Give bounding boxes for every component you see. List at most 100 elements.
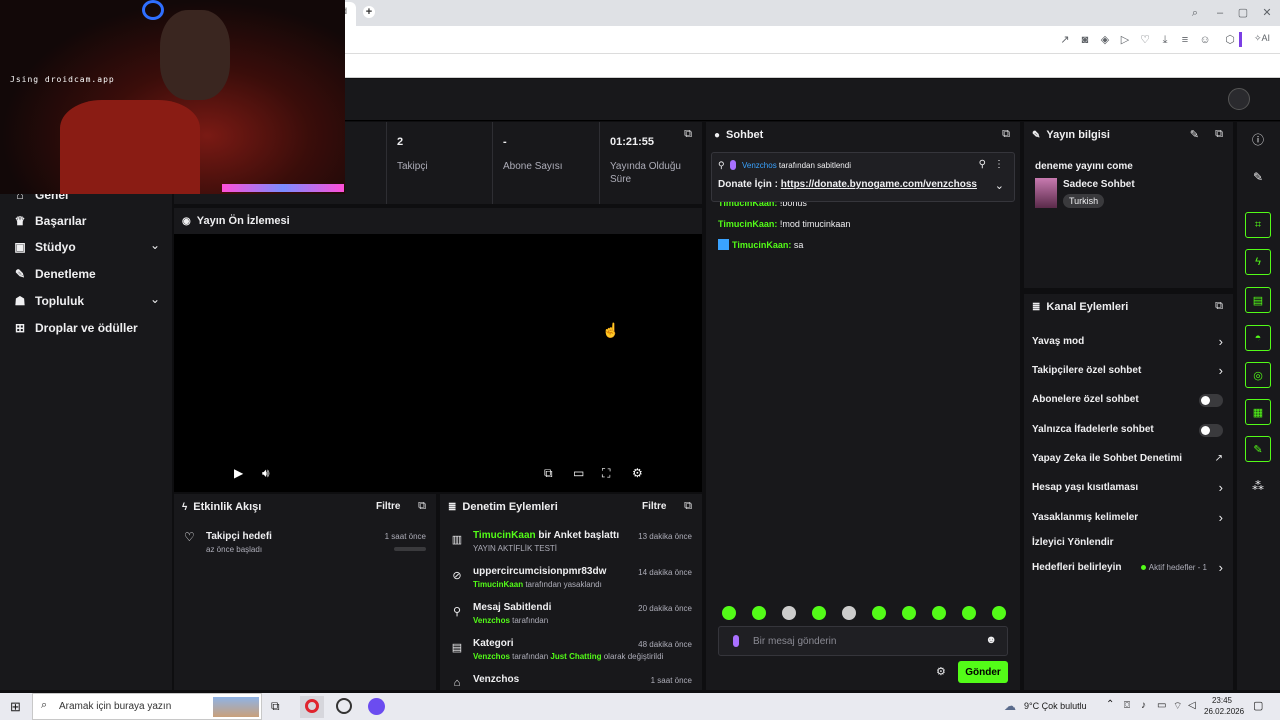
- edit-pencil-icon[interactable]: ✎: [1190, 128, 1199, 141]
- send-button[interactable]: Gönder: [958, 661, 1008, 683]
- sidebar-item-droplar[interactable]: ⊞ Droplar ve ödüller: [12, 319, 138, 337]
- stat-value: 01:21:55: [610, 136, 655, 148]
- popout-icon[interactable]: ⧉: [1002, 128, 1010, 141]
- emote-icon[interactable]: [782, 606, 796, 620]
- sidebar-item-denetleme[interactable]: ✎ Denetleme: [12, 265, 96, 283]
- menu-lines-icon[interactable]: ≡: [1178, 33, 1192, 47]
- mod-category[interactable]: Just Chatting: [550, 652, 601, 661]
- chat-username[interactable]: TimucinKaan:: [718, 219, 777, 229]
- chevron-down-icon[interactable]: ⌄: [150, 238, 160, 252]
- volume-icon[interactable]: 🔊︎: [262, 466, 270, 481]
- broadcast-icon[interactable]: ◎: [1245, 362, 1271, 388]
- emote-icon[interactable]: [962, 606, 976, 620]
- emote-icon[interactable]: [722, 606, 736, 620]
- lightning-icon[interactable]: ϟ: [1245, 249, 1271, 275]
- account-age-row[interactable]: Hesap yaşı kısıtlaması ›: [1032, 480, 1223, 498]
- filter-button[interactable]: Filtre: [642, 501, 666, 512]
- volume-icon[interactable]: ◁: [1188, 700, 1196, 711]
- close-window-icon[interactable]: ✕: [1260, 6, 1274, 20]
- layout-icon[interactable]: ▦: [1245, 399, 1271, 425]
- sidebar-item-basarilar[interactable]: ♛ Başarılar: [12, 212, 87, 230]
- pip-icon[interactable]: ⧉: [544, 466, 553, 481]
- settings-gear-icon[interactable]: ⚙: [632, 466, 643, 480]
- emote-icon[interactable]: [752, 606, 766, 620]
- taskbar-search[interactable]: ⌕ Aramak için buraya yazın: [32, 693, 262, 720]
- emote-icon[interactable]: [992, 606, 1006, 620]
- minimize-icon[interactable]: –: [1213, 6, 1227, 20]
- chevron-down-icon[interactable]: ⌄: [150, 292, 160, 306]
- share-icon[interactable]: ↗: [1058, 33, 1072, 47]
- shield-icon[interactable]: ◈: [1098, 33, 1112, 47]
- discord-app-icon[interactable]: [368, 698, 385, 715]
- stream-preview-video[interactable]: ☝ ▶ 🔊︎ ⧉ ▭ ⛶ ⚙: [174, 234, 702, 492]
- chat-input[interactable]: Bir mesaj gönderin ☻: [718, 626, 1008, 656]
- info-icon[interactable]: ⓘ: [1245, 126, 1271, 152]
- ai-button[interactable]: ✧AI: [1254, 33, 1270, 44]
- unpin-icon[interactable]: ⚲: [979, 159, 986, 170]
- raid-row[interactable]: İzleyici Yönlendir: [1032, 537, 1223, 553]
- maximize-icon[interactable]: ▢: [1236, 6, 1250, 20]
- stream-category[interactable]: Sadece Sohbet: [1063, 179, 1135, 190]
- emote-icon[interactable]: [872, 606, 886, 620]
- chevron-down-icon[interactable]: ⌄: [995, 179, 1004, 192]
- battery-icon[interactable]: ▭: [1157, 700, 1166, 711]
- filter-button[interactable]: Filtre: [376, 501, 400, 512]
- followers-only-row[interactable]: Takipçilere özel sohbet ›: [1032, 363, 1223, 381]
- chat-username[interactable]: TimucinKaan:: [732, 240, 791, 250]
- notification-icon[interactable]: ▢: [1253, 699, 1263, 712]
- profile-icon[interactable]: ☺: [1198, 33, 1212, 47]
- channel-logo[interactable]: [1228, 88, 1250, 110]
- mod-sub-user[interactable]: Venzchos: [473, 616, 510, 625]
- network-icon[interactable]: ⌔: [1173, 700, 1182, 713]
- mic-tray-icon[interactable]: ♪: [1141, 700, 1146, 711]
- theater-icon[interactable]: ▭: [573, 466, 584, 480]
- pinned-link[interactable]: https://donate.bynogame.com/venzchoss: [781, 179, 977, 190]
- popout-icon[interactable]: ⧉: [418, 500, 426, 513]
- popout-icon[interactable]: ⧉: [1215, 128, 1223, 141]
- mod-sub-user[interactable]: Venzchos: [473, 652, 510, 661]
- emote-icon[interactable]: [902, 606, 916, 620]
- pinned-by-user[interactable]: Venzchos: [742, 161, 777, 170]
- clip-icon[interactable]: ⌗: [1245, 212, 1271, 238]
- goals-row[interactable]: Hedefleri belirleyin Aktif hedefler - 1 …: [1032, 560, 1223, 578]
- popout-icon[interactable]: ⧉: [1215, 300, 1223, 313]
- ai-moderation-row[interactable]: Yapay Zeka ile Sohbet Denetimi ↗: [1032, 453, 1223, 469]
- camera-icon[interactable]: ◙: [1078, 33, 1092, 47]
- wrench-icon[interactable]: ✎: [1245, 436, 1271, 462]
- more-vertical-icon[interactable]: ⋮: [994, 159, 1004, 170]
- clock[interactable]: 23:45 26.02.2026: [1204, 695, 1244, 717]
- emote-icon[interactable]: [932, 606, 946, 620]
- heart-icon[interactable]: ♡: [1138, 33, 1152, 47]
- document-icon[interactable]: ▤: [1245, 287, 1271, 313]
- widgets-icon[interactable]: ⁂: [1245, 473, 1271, 499]
- play-icon[interactable]: ▷: [1118, 33, 1132, 47]
- chat-settings-icon[interactable]: ⚙: [936, 665, 946, 678]
- extension-icon[interactable]: ⬡: [1223, 33, 1237, 47]
- edit-pencil-icon[interactable]: ✎: [1245, 164, 1271, 190]
- emote-only-toggle[interactable]: [1199, 424, 1223, 437]
- weather-text[interactable]: 9°C Çok bulutlu: [1024, 701, 1087, 711]
- task-view-icon[interactable]: ⧉: [271, 699, 280, 714]
- emote-icon[interactable]: [812, 606, 826, 620]
- slow-mode-row[interactable]: Yavaş mod ›: [1032, 334, 1223, 352]
- new-tab-button[interactable]: +: [363, 6, 375, 18]
- mod-user[interactable]: TimucinKaan: [473, 530, 536, 541]
- subscribers-only-toggle[interactable]: [1199, 394, 1223, 407]
- camera-tray-icon[interactable]: ⌼: [1124, 700, 1130, 711]
- fullscreen-icon[interactable]: ⛶: [602, 466, 610, 481]
- windows-start-icon[interactable]: ⊞: [10, 699, 21, 715]
- banned-words-row[interactable]: Yasaklanmış kelimeler ›: [1032, 510, 1223, 528]
- emoji-icon[interactable]: ☻: [985, 634, 997, 646]
- gauge-app-icon[interactable]: [336, 698, 352, 714]
- chat-bubble-icon[interactable]: ◓: [1245, 325, 1271, 351]
- search-tabs-icon[interactable]: ⌕: [1188, 6, 1202, 20]
- download-icon[interactable]: ⤓: [1158, 33, 1172, 47]
- mod-sub-user[interactable]: TimucinKaan: [473, 580, 523, 589]
- opera-taskbar-app[interactable]: [300, 696, 324, 718]
- chevron-up-icon[interactable]: ⌃: [1106, 699, 1114, 710]
- popout-icon[interactable]: ⧉: [684, 500, 692, 513]
- sidebar-item-studyo[interactable]: ▣ Stüdyo: [12, 238, 162, 256]
- play-icon[interactable]: ▶: [234, 466, 243, 480]
- sidebar-item-topluluk[interactable]: ☗ Topluluk: [12, 292, 85, 310]
- emote-icon[interactable]: [842, 606, 856, 620]
